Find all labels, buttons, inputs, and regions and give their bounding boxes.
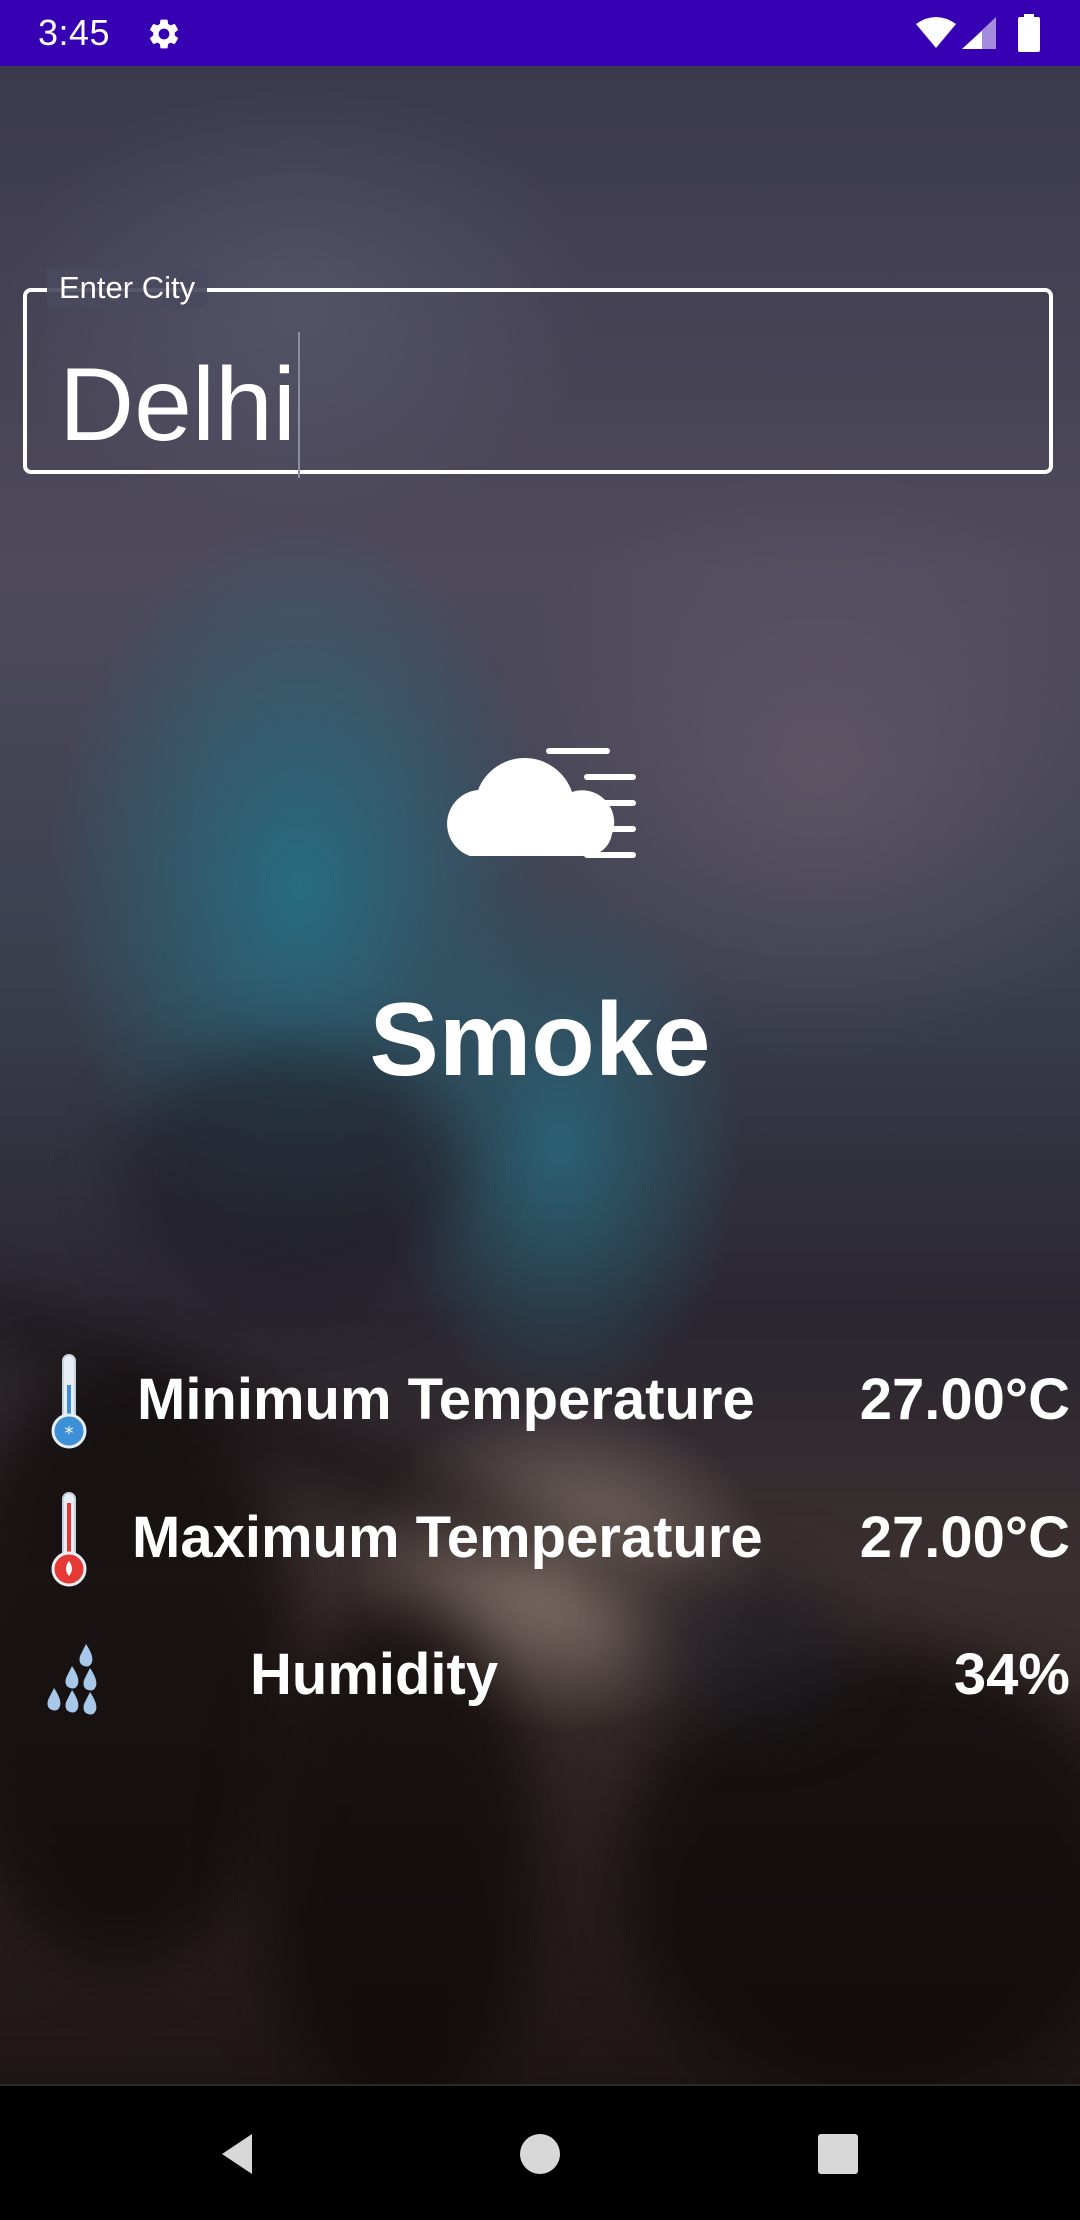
thermometer-cold-icon: * <box>51 1354 87 1449</box>
max-temperature-value: 27.00°C <box>859 1505 1070 1570</box>
weather-app-screen: 3:45 Enter City Delhi Smoke * Minimum Te… <box>0 0 1080 2220</box>
humidity-row: Humidity 34% <box>0 1620 1080 1730</box>
thermometer-hot-icon <box>51 1492 87 1587</box>
humidity-label: Humidity <box>250 1642 499 1707</box>
settings-icon <box>149 19 179 49</box>
weather-description: Smoke <box>369 982 711 1098</box>
wifi-icon <box>916 17 956 48</box>
city-input-value[interactable]: Delhi <box>59 332 300 478</box>
navigation-bar <box>0 2084 1080 2220</box>
humidity-drops-icon <box>47 1644 97 1715</box>
max-temperature-row: Maximum Temperature 27.00°C <box>0 1483 1080 1593</box>
humidity-value: 34% <box>953 1642 1070 1707</box>
city-input-label: Enter City <box>47 268 208 308</box>
max-temperature-label: Maximum Temperature <box>132 1505 763 1570</box>
min-temperature-row: * Minimum Temperature 27.00°C <box>0 1345 1080 1455</box>
battery-icon <box>1018 14 1040 52</box>
cell-signal-icon <box>962 17 996 49</box>
city-input[interactable]: Enter City Delhi <box>23 268 1053 478</box>
min-temperature-value: 27.00°C <box>859 1367 1070 1432</box>
home-icon[interactable] <box>508 2122 572 2186</box>
city-input-text: Delhi <box>59 347 296 463</box>
back-icon[interactable] <box>208 2122 272 2186</box>
recents-icon[interactable] <box>806 2122 870 2186</box>
text-caret <box>298 332 300 478</box>
cloud-wind-icon <box>447 748 636 858</box>
svg-text:*: * <box>65 1423 74 1444</box>
min-temperature-label: Minimum Temperature <box>137 1367 755 1432</box>
status-bar: 3:45 <box>0 0 1080 66</box>
status-time: 3:45 <box>38 12 111 53</box>
